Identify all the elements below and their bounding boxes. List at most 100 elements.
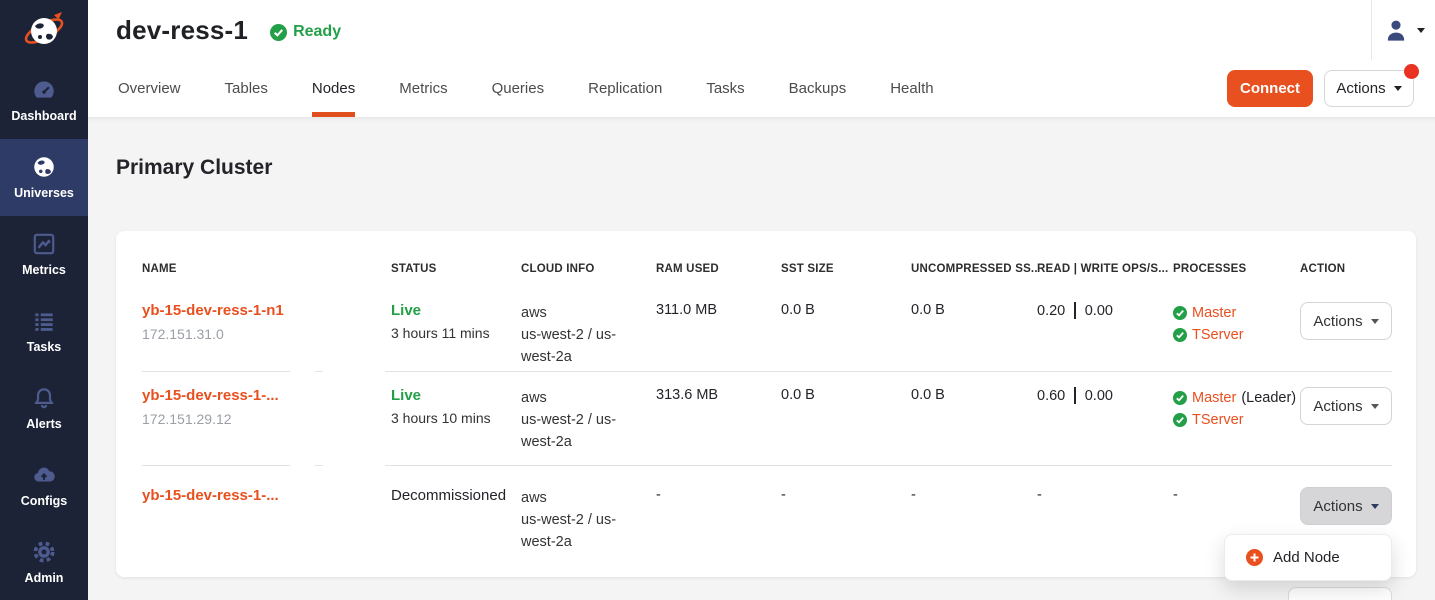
node-actions-button[interactable]: Actions [1300, 387, 1392, 425]
write-ops-value: 0.00 [1085, 303, 1113, 319]
sidebar-item-label: Tasks [27, 340, 62, 354]
node-uptime: 3 hours 11 mins [391, 325, 521, 341]
configs-cloud-icon [31, 462, 57, 488]
col-header-status[interactable]: STATUS [391, 263, 521, 275]
node-status: Decommissioned [391, 487, 521, 504]
sidebar-item-metrics[interactable]: Metrics [0, 216, 88, 293]
node-actions-button-open[interactable]: Actions [1300, 487, 1392, 525]
menu-item-add-node[interactable]: Add Node [1273, 549, 1340, 566]
connect-button[interactable]: Connect [1227, 70, 1313, 107]
yugabyte-logo[interactable] [0, 0, 88, 62]
process-master: Master [1173, 302, 1300, 324]
table-row: yb-15-dev-ress-1-... Decommissioned awsu… [116, 466, 1416, 577]
sidebar: Dashboard Universes Metrics [0, 0, 88, 600]
node-actions-dropdown: Add Node [1224, 534, 1392, 581]
tab-overview[interactable]: Overview [118, 60, 181, 117]
sidebar-item-dashboard[interactable]: Dashboard [0, 62, 88, 139]
sidebar-item-configs[interactable]: Configs [0, 446, 88, 523]
tab-nodes[interactable]: Nodes [312, 60, 355, 117]
chevron-down-icon [1417, 28, 1425, 33]
tserver-link[interactable]: TServer [1192, 324, 1244, 346]
table-row: yb-15-dev-ress-1-n1 172.151.31.0 Live 3 … [116, 287, 1416, 371]
col-header-processes[interactable]: PROCESSES [1173, 263, 1300, 275]
sidebar-item-label: Metrics [22, 263, 66, 277]
ram-used-value: - [656, 487, 781, 577]
status-badge-label: Ready [293, 23, 341, 41]
tab-backups[interactable]: Backups [789, 60, 847, 117]
uncompressed-value: 0.0 B [911, 387, 1037, 465]
user-avatar-icon [1383, 17, 1409, 43]
ram-used-value: 311.0 MB [656, 302, 781, 371]
sidebar-item-admin[interactable]: Admin [0, 523, 88, 600]
check-circle-icon [1173, 413, 1187, 427]
cloud-region: us-west-2 / us-west-2a [521, 512, 616, 550]
universe-actions-button[interactable]: Actions [1324, 70, 1414, 107]
cloud-region: us-west-2 / us-west-2a [521, 412, 616, 450]
node-name-link[interactable]: yb-15-dev-ress-1-... [142, 387, 391, 404]
value-separator [1074, 302, 1076, 319]
sidebar-item-label: Configs [21, 494, 68, 508]
col-header-name[interactable]: NAME [142, 263, 391, 275]
tasks-list-icon [31, 308, 57, 334]
user-menu[interactable] [1371, 0, 1435, 60]
plus-circle-icon [1246, 549, 1263, 566]
master-link[interactable]: Master [1192, 387, 1236, 409]
tab-tables[interactable]: Tables [225, 60, 268, 117]
main-content: Primary Cluster NAME STATUS CLOUD INFO R… [88, 117, 1435, 600]
node-name-link[interactable]: yb-15-dev-ress-1-n1 [142, 302, 391, 319]
col-header-cloud[interactable]: CLOUD INFO [521, 263, 656, 275]
col-header-read-write[interactable]: READ | WRITE OPS/S... [1037, 263, 1173, 275]
sst-size-value: 0.0 B [781, 387, 911, 465]
col-header-action[interactable]: ACTION [1300, 263, 1392, 275]
master-link[interactable]: Master [1192, 302, 1236, 324]
node-actions-button[interactable]: Actions [1300, 302, 1392, 340]
tserver-link[interactable]: TServer [1192, 409, 1244, 431]
notification-dot [1404, 64, 1419, 79]
node-status: Live [391, 302, 521, 319]
top-header: dev-ress-1 Ready Overvie [88, 0, 1435, 117]
chevron-down-icon [1371, 504, 1379, 509]
cloud-provider: aws [521, 305, 547, 321]
col-header-sst[interactable]: SST SIZE [781, 263, 911, 275]
tab-replication[interactable]: Replication [588, 60, 662, 117]
universes-globe-icon [31, 154, 57, 180]
process-tserver: TServer [1173, 324, 1300, 346]
read-ops-value: 0.20 [1037, 303, 1065, 319]
clipped-button-fragment [1288, 587, 1392, 600]
value-separator [1074, 387, 1076, 404]
tab-queries[interactable]: Queries [492, 60, 545, 117]
node-status: Live [391, 387, 521, 404]
col-header-ram[interactable]: RAM USED [656, 263, 781, 275]
col-header-uncompressed[interactable]: UNCOMPRESSED SS... [911, 263, 1037, 275]
dashboard-gauge-icon [31, 77, 57, 103]
planet-rocket-icon [21, 8, 67, 54]
check-circle-icon [270, 24, 287, 41]
app-window: Dashboard Universes Metrics [0, 0, 1435, 600]
node-name-link[interactable]: yb-15-dev-ress-1-... [142, 487, 391, 504]
leader-tag: (Leader) [1241, 387, 1296, 409]
tab-tasks[interactable]: Tasks [706, 60, 744, 117]
check-circle-icon [1173, 306, 1187, 320]
chevron-down-icon [1394, 86, 1402, 91]
uncompressed-value: 0.0 B [911, 302, 1037, 371]
alerts-bell-icon [31, 385, 57, 411]
status-badge: Ready [270, 23, 341, 41]
universe-title: dev-ress-1 [116, 15, 248, 46]
check-circle-icon [1173, 328, 1187, 342]
ram-used-value: 313.6 MB [656, 387, 781, 465]
universe-tabs: Overview Tables Nodes Metrics Queries Re… [88, 60, 1435, 117]
sidebar-item-tasks[interactable]: Tasks [0, 293, 88, 370]
tab-health[interactable]: Health [890, 60, 933, 117]
sidebar-item-alerts[interactable]: Alerts [0, 369, 88, 446]
sidebar-item-universes[interactable]: Universes [0, 139, 88, 216]
chevron-down-icon [1371, 319, 1379, 324]
cloud-provider: aws [521, 390, 547, 406]
table-header-row: NAME STATUS CLOUD INFO RAM USED SST SIZE… [116, 231, 1416, 287]
node-ip: 172.151.31.0 [142, 326, 391, 342]
admin-gear-icon [31, 539, 57, 565]
tab-metrics[interactable]: Metrics [399, 60, 447, 117]
cloud-region: us-west-2 / us-west-2a [521, 327, 616, 365]
nodes-table-card: NAME STATUS CLOUD INFO RAM USED SST SIZE… [116, 231, 1416, 577]
sidebar-item-label: Alerts [26, 417, 61, 431]
metrics-chart-icon [31, 231, 57, 257]
